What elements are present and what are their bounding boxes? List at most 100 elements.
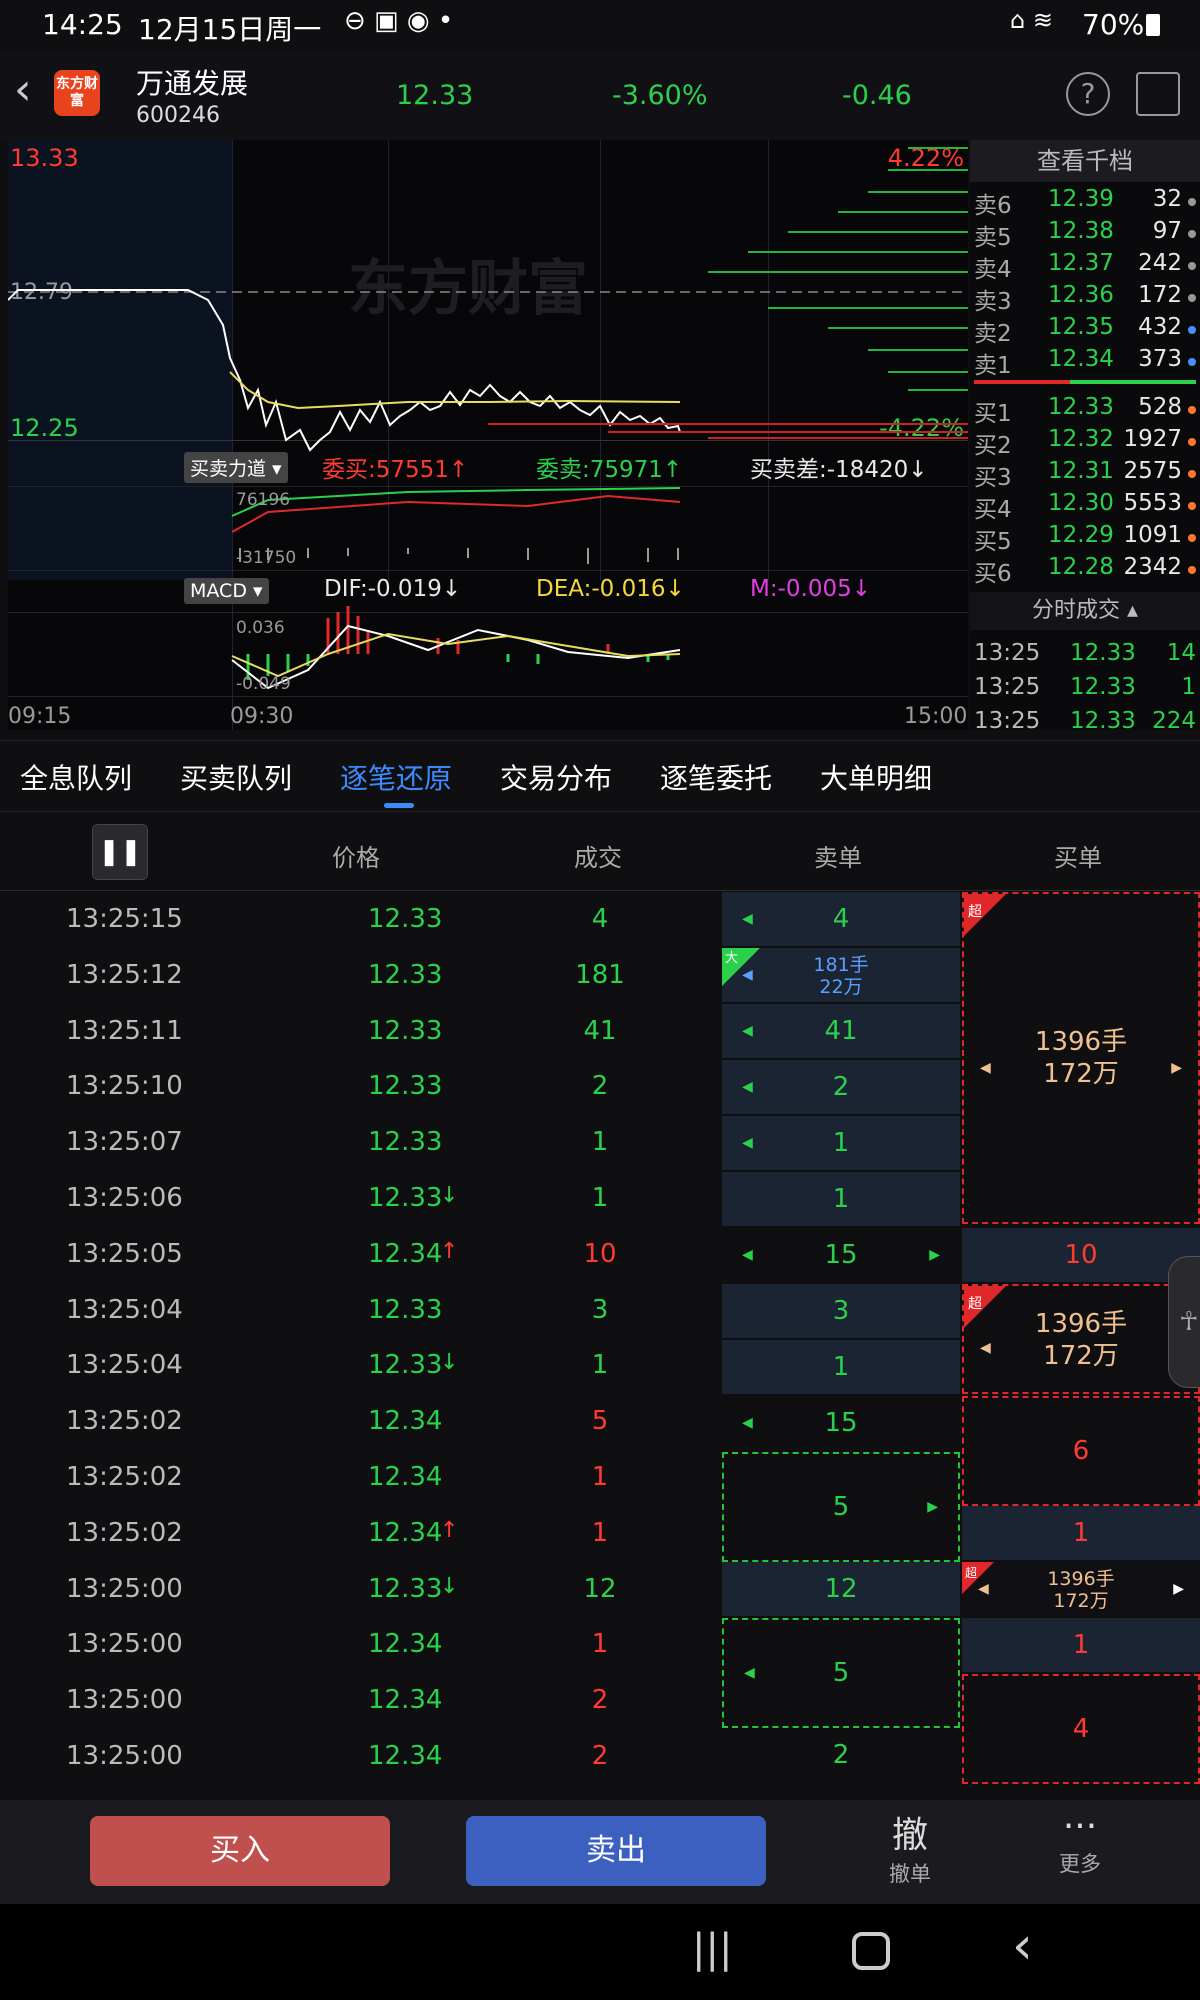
buy-cell-super[interactable]: 超 ◀ 1396手 172万 <box>962 1284 1200 1394</box>
ask-row[interactable]: 卖5 12.38 97 <box>974 218 1196 251</box>
cancel-order-button[interactable]: 撤 撤单 <box>860 1806 960 1888</box>
tab-tick-orders[interactable]: 逐笔委托 <box>660 757 772 797</box>
ticks-title[interactable]: 分时成交 ▴ <box>970 592 1200 630</box>
table-row: 13:25:06 12.33 ↓ 1 <box>0 1171 720 1227</box>
order-book-title[interactable]: 查看千档 <box>970 140 1200 182</box>
indicator2-selector[interactable]: MACD ▾ <box>184 578 269 604</box>
row-time: 13:25:15 <box>66 904 183 934</box>
buy-cell[interactable]: 1 <box>962 1618 1200 1674</box>
bid-row[interactable]: 买2 12.32 1927 <box>974 426 1196 459</box>
table-row: 13:25:00 12.34 2 <box>0 1729 720 1785</box>
buy-cell-super[interactable]: 超 ◀ 1396手 172万 ▶ <box>962 1562 1200 1618</box>
accessibility-icon[interactable]: ☥ <box>1168 1256 1200 1388</box>
layout-switch-icon[interactable] <box>1136 72 1180 116</box>
ask-row[interactable]: 卖2 12.35 432 <box>974 314 1196 347</box>
ask-row[interactable]: 卖3 12.36 172 <box>974 282 1196 315</box>
tab-full-queue[interactable]: 全息队列 <box>20 757 132 797</box>
stock-code: 600246 <box>136 103 220 128</box>
status-bar: 14:25 12月15日周一 ⊖ ▣ ◉ • ⌂ ≋ 70% <box>0 0 1200 52</box>
row-volume: 1 <box>591 1462 609 1492</box>
status-time: 14:25 <box>42 8 123 41</box>
indicator1-diff: 买卖差:-18420↓ <box>750 457 928 483</box>
row-time: 13:25:02 <box>66 1406 183 1437</box>
row-volume: 2 <box>591 1071 609 1102</box>
sell-cell[interactable]: ◀ 15 <box>722 1396 960 1452</box>
row-price: 12.33 <box>368 1015 443 1046</box>
buy-cell[interactable]: 10 <box>962 1228 1200 1284</box>
buy-cell-super[interactable]: 超 ◀ 1396手 172万 ▶ <box>962 892 1200 1224</box>
battery-icon <box>1146 14 1160 36</box>
macd-lower: -0.049 <box>236 674 291 694</box>
ask-row[interactable]: 卖1 12.34 373 <box>974 346 1196 379</box>
row-arrow: ↓ <box>440 1573 459 1599</box>
sell-cell[interactable]: ◀ 41 <box>722 1004 960 1060</box>
tab-bid-ask-queue[interactable]: 买卖队列 <box>180 757 292 797</box>
sell-cell[interactable]: 12 <box>722 1562 960 1618</box>
sell-cell[interactable]: 3 <box>722 1284 960 1340</box>
sell-cell-grouped[interactable]: ◀ 5 <box>722 1618 960 1728</box>
system-nav-bar: ||| ‹ <box>0 1904 1200 2000</box>
home-icon[interactable] <box>852 1932 890 1970</box>
recent-apps-icon[interactable]: ||| <box>692 1926 732 1972</box>
row-price: 12.34 <box>368 1685 443 1716</box>
buy-cell[interactable]: 1 <box>962 1506 1200 1562</box>
table-row: 13:25:00 12.34 1 <box>0 1617 720 1673</box>
row-volume: 1 <box>591 1350 609 1381</box>
bid-row[interactable]: 买5 12.29 1091 <box>974 522 1196 555</box>
sell-cell[interactable]: 1 <box>722 1172 960 1228</box>
back-icon[interactable]: ‹ <box>14 64 32 115</box>
trade-action-bar: 买入 卖出 撤 撤单 ··· 更多 <box>0 1800 1200 1904</box>
row-time: 13:25:04 <box>66 1294 183 1325</box>
sell-cell[interactable]: ◀ 2 <box>722 1060 960 1116</box>
sell-cell[interactable]: 1 <box>722 1340 960 1396</box>
row-price: 12.33 <box>368 1071 443 1102</box>
help-icon[interactable]: ? <box>1066 72 1110 116</box>
sell-cell[interactable]: ◀ 1 <box>722 1116 960 1172</box>
super-order-badge: 超 <box>968 904 982 920</box>
battery-level: 70% <box>1082 8 1145 41</box>
col-volume: 成交 <box>574 844 622 872</box>
bid-row[interactable]: 买1 12.33 528 <box>974 394 1196 427</box>
buy-cell-grouped[interactable]: 6 <box>962 1396 1200 1506</box>
ask-row[interactable]: 卖4 12.37 242 <box>974 250 1196 283</box>
price-line-svg <box>8 147 968 690</box>
row-volume: 5 <box>591 1406 609 1437</box>
pause-icon[interactable]: ❚❚ <box>92 824 148 880</box>
row-time: 13:25:00 <box>66 1629 183 1660</box>
bid-ask-ratio-green <box>1070 380 1196 384</box>
col-buy-orders: 买单 <box>1054 844 1102 872</box>
tab-large-orders[interactable]: 大单明细 <box>820 757 932 797</box>
sell-cell-large[interactable]: 大 ◀ 181手 22万 <box>722 948 960 1004</box>
row-volume: 2 <box>591 1741 609 1771</box>
row-time: 13:25:04 <box>66 1350 183 1381</box>
indicator1-selector[interactable]: 买卖力道 ▾ <box>184 452 288 483</box>
super-order-badge: 超 <box>968 1296 982 1312</box>
table-row: 13:25:00 12.34 2 <box>0 1673 720 1729</box>
back-nav-icon[interactable]: ‹ <box>1012 1916 1033 1976</box>
tab-bar: 全息队列 买卖队列 逐笔还原 交易分布 逐笔委托 大单明细 <box>0 740 1200 812</box>
tab-tick-restore[interactable]: 逐笔还原 <box>340 757 452 797</box>
more-button[interactable]: ··· 更多 <box>1030 1806 1130 1878</box>
row-time: 13:25:02 <box>66 1517 183 1548</box>
col-sell-orders: 卖单 <box>814 844 862 872</box>
intraday-chart[interactable]: 东方财富 13.33 12.25 12.79 4.22% -4.22% 买卖力道… <box>8 140 968 730</box>
row-time: 13:25:00 <box>66 1741 183 1771</box>
sell-cell[interactable]: 2 <box>722 1728 960 1784</box>
tab-trade-distribution[interactable]: 交易分布 <box>500 757 612 797</box>
table-row: 13:25:02 12.34 5 <box>0 1394 720 1450</box>
sell-cell-grouped[interactable]: 5 ▶ <box>722 1452 960 1562</box>
bid-row[interactable]: 买4 12.30 5553 <box>974 490 1196 523</box>
sell-cell[interactable]: ◀ 4 <box>722 892 960 948</box>
bid-row[interactable]: 买6 12.28 2342 <box>974 554 1196 587</box>
row-time: 13:25:11 <box>66 1015 183 1046</box>
row-price: 12.33 <box>368 1127 443 1158</box>
bid-row[interactable]: 买3 12.31 2575 <box>974 458 1196 491</box>
row-price: 12.33 <box>368 1573 443 1604</box>
buy-cell-grouped[interactable]: 4 <box>962 1674 1200 1784</box>
ask-row[interactable]: 卖6 12.39 32 <box>974 186 1196 219</box>
buy-button[interactable]: 买入 <box>90 1816 390 1886</box>
sell-button[interactable]: 卖出 <box>466 1816 766 1886</box>
sell-cell[interactable]: ◀ 15 ▶ <box>722 1228 960 1284</box>
status-date: 12月15日周一 <box>138 13 322 46</box>
row-arrow: ↓ <box>440 1350 459 1376</box>
